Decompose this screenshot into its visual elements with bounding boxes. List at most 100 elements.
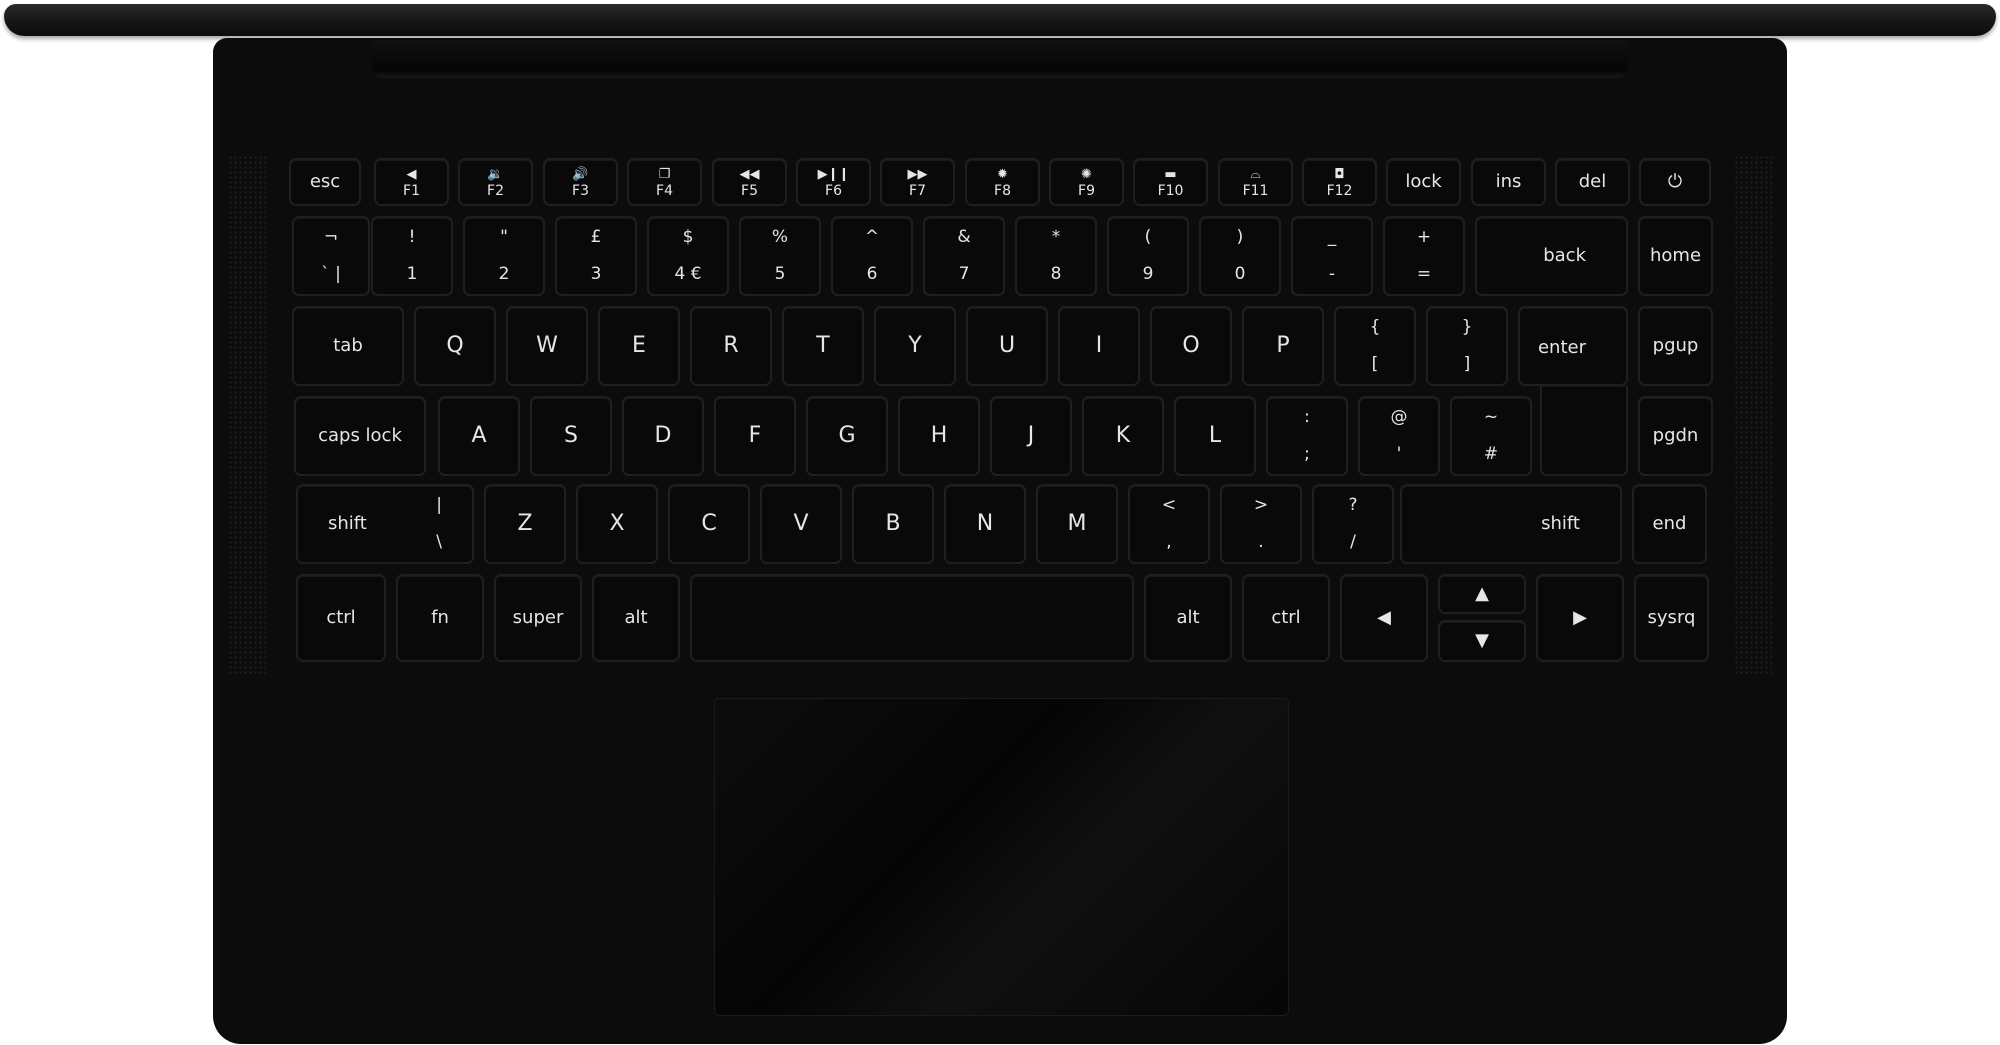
key-base-label: 9 (1142, 264, 1154, 285)
key-w[interactable]: W (506, 306, 588, 386)
key-end[interactable]: end (1632, 484, 1707, 564)
key-space[interactable] (690, 574, 1134, 662)
key-v[interactable]: V (760, 484, 842, 564)
key-capslock[interactable]: caps lock (294, 396, 426, 476)
key-c[interactable]: C (668, 484, 750, 564)
key-quote[interactable]: @ ' (1358, 396, 1440, 476)
key-f5[interactable]: ◀◀ F5 (712, 158, 787, 206)
key-period[interactable]: >. (1220, 484, 1302, 564)
key-0[interactable]: ) 0 (1199, 216, 1281, 296)
key-lock[interactable]: lock (1386, 158, 1461, 206)
key-b[interactable]: B (852, 484, 934, 564)
key-f2[interactable]: 🔉 F2 (458, 158, 533, 206)
key-label: I (1095, 332, 1103, 358)
key-backtick[interactable]: ¬ ` | (292, 216, 370, 296)
key-f4[interactable]: ❐ F4 (627, 158, 702, 206)
key-f7[interactable]: ▶▶ F7 (880, 158, 955, 206)
key-i[interactable]: I (1058, 306, 1140, 386)
key-lctrl[interactable]: ctrl (296, 574, 386, 662)
key-lbracket[interactable]: {[ (1334, 306, 1416, 386)
key-left[interactable]: ◀ (1340, 574, 1428, 662)
key-f9[interactable]: ✺ F9 (1049, 158, 1124, 206)
key-5[interactable]: % 5 (739, 216, 821, 296)
key-z[interactable]: Z (484, 484, 566, 564)
key-f1[interactable]: ◀ F1 (374, 158, 449, 206)
key-power[interactable]: ⏻ (1639, 158, 1711, 206)
keyboard-backlight-icon: ⌓ (1250, 167, 1261, 182)
key-hash[interactable]: ~ # (1450, 396, 1532, 476)
key-s[interactable]: S (530, 396, 612, 476)
key-r[interactable]: R (690, 306, 772, 386)
key-k[interactable]: K (1082, 396, 1164, 476)
key-down[interactable]: ▼ (1438, 620, 1526, 662)
key-ins[interactable]: ins (1471, 158, 1546, 206)
key-rctrl[interactable]: ctrl (1242, 574, 1330, 662)
key-h[interactable]: H (898, 396, 980, 476)
key-j[interactable]: J (990, 396, 1072, 476)
key-n[interactable]: N (944, 484, 1026, 564)
window-switch-icon: ❐ (658, 167, 671, 182)
key-y[interactable]: Y (874, 306, 956, 386)
key-lshift[interactable]: shift | \ (296, 484, 474, 564)
key-minus[interactable]: _ - (1291, 216, 1373, 296)
key-del[interactable]: del (1555, 158, 1630, 206)
key-4[interactable]: $4 € (647, 216, 729, 296)
brightness-down-icon: ✹ (997, 167, 1008, 182)
key-m[interactable]: M (1036, 484, 1118, 564)
rewind-icon: ◀◀ (739, 167, 760, 182)
key-l[interactable]: L (1174, 396, 1256, 476)
key-tab[interactable]: tab (292, 306, 404, 386)
key-q[interactable]: Q (414, 306, 496, 386)
key-comma[interactable]: <, (1128, 484, 1210, 564)
key-9[interactable]: (9 (1107, 216, 1189, 296)
key-label: H (930, 422, 948, 448)
key-esc[interactable]: esc (289, 158, 361, 206)
key-shift-label: + (1416, 227, 1432, 247)
key-pgdn[interactable]: pgdn (1638, 396, 1713, 476)
key-f6[interactable]: ▶❙❙ F6 (796, 158, 871, 206)
key-lalt[interactable]: alt (592, 574, 680, 662)
key-label: C (701, 510, 717, 536)
key-f10[interactable]: ▬ F10 (1133, 158, 1208, 206)
key-up[interactable]: ▲ (1438, 574, 1526, 614)
key-7[interactable]: & 7 (923, 216, 1005, 296)
key-super[interactable]: super (494, 574, 582, 662)
key-shift-label: & (957, 227, 971, 247)
key-enter[interactable]: enter (1518, 306, 1628, 386)
key-sysrq[interactable]: sysrq (1634, 574, 1709, 662)
key-d[interactable]: D (622, 396, 704, 476)
key-g[interactable]: G (806, 396, 888, 476)
key-e[interactable]: E (598, 306, 680, 386)
key-pgup[interactable]: pgup (1638, 306, 1713, 386)
key-6[interactable]: ^ 6 (831, 216, 913, 296)
key-slash[interactable]: ? / (1312, 484, 1394, 564)
key-f12[interactable]: ◘ F12 (1302, 158, 1377, 206)
key-p[interactable]: P (1242, 306, 1324, 386)
key-u[interactable]: U (966, 306, 1048, 386)
key-home[interactable]: home (1638, 216, 1713, 296)
key-2[interactable]: " 2 (463, 216, 545, 296)
key-f11[interactable]: ⌓ F11 (1218, 158, 1293, 206)
key-t[interactable]: T (782, 306, 864, 386)
key-ralt[interactable]: alt (1144, 574, 1232, 662)
key-label: R (723, 332, 739, 358)
key-x[interactable]: X (576, 484, 658, 564)
key-back[interactable]: back (1475, 216, 1628, 296)
key-rbracket[interactable]: }] (1426, 306, 1508, 386)
key-right[interactable]: ▶ (1536, 574, 1624, 662)
key-o[interactable]: O (1150, 306, 1232, 386)
key-f8[interactable]: ✹ F8 (965, 158, 1040, 206)
key-rshift[interactable]: shift (1400, 484, 1622, 564)
key-a[interactable]: A (438, 396, 520, 476)
key-fn[interactable]: fn (396, 574, 484, 662)
key-f3[interactable]: 🔊 F3 (543, 158, 618, 206)
key-enter-lower[interactable] (1540, 386, 1628, 476)
key-3[interactable]: £3 (555, 216, 637, 296)
key-f[interactable]: F (714, 396, 796, 476)
key-equals[interactable]: + = (1383, 216, 1465, 296)
trackpad[interactable] (714, 698, 1289, 1016)
volume-mute-icon: ◀ (406, 167, 417, 182)
key-semicolon[interactable]: :; (1266, 396, 1348, 476)
key-1[interactable]: ! 1 (371, 216, 453, 296)
key-8[interactable]: * 8 (1015, 216, 1097, 296)
